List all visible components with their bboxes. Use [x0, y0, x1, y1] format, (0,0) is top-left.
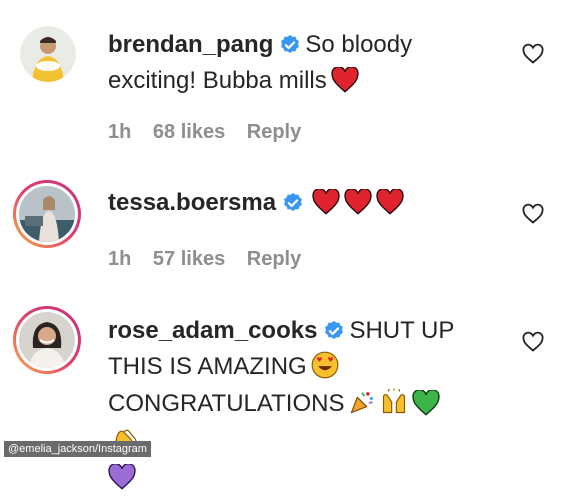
verified-badge-icon	[279, 33, 301, 65]
party-popper-emoji	[348, 388, 376, 425]
comment-body-line1: SHUT UP	[349, 317, 455, 344]
username[interactable]: rose_adam_cooks	[108, 317, 317, 344]
avatar[interactable]	[13, 180, 81, 248]
heart-outline-icon[interactable]	[521, 42, 545, 66]
red-heart-emoji	[344, 188, 372, 224]
watermark: @emelia_jackson/Instagram	[4, 441, 151, 457]
comment-text: brendan_pang So bloody exciting! Bubba mi…	[108, 29, 468, 102]
timestamp: 1h	[108, 248, 132, 270]
red-heart-emoji	[331, 66, 359, 102]
comment-meta: 1h 68 likes Reply	[108, 121, 317, 144]
heart-outline-icon[interactable]	[521, 330, 545, 354]
heart-eyes-emoji	[311, 351, 339, 388]
raising-hands-emoji	[380, 388, 408, 425]
avatar-image	[19, 312, 75, 368]
avatar-image	[20, 26, 76, 82]
reply-button[interactable]: Reply	[247, 248, 301, 270]
avatar[interactable]	[20, 26, 76, 82]
comment-text: rose_adam_cooks SHUT UP THIS IS AMAZING C…	[108, 315, 468, 499]
reply-button[interactable]: Reply	[247, 121, 301, 143]
comment-body-line2: THIS IS AMAZING	[108, 353, 307, 380]
avatar[interactable]	[13, 306, 81, 374]
comment-meta: 1h 57 likes Reply	[108, 248, 317, 271]
timestamp: 1h	[108, 121, 132, 143]
red-heart-emoji	[376, 188, 404, 224]
verified-badge-icon	[323, 319, 345, 351]
heart-outline-icon[interactable]	[521, 202, 545, 226]
red-heart-emoji	[312, 188, 340, 224]
green-heart-emoji	[412, 389, 441, 425]
username[interactable]: tessa.boersma	[108, 189, 276, 216]
likes-count[interactable]: 57 likes	[153, 248, 225, 270]
comment-text: tessa.boersma	[108, 187, 468, 224]
likes-count[interactable]: 68 likes	[153, 121, 225, 143]
verified-badge-icon	[282, 191, 304, 223]
purple-heart-emoji	[108, 463, 136, 499]
username[interactable]: brendan_pang	[108, 31, 273, 58]
avatar-image	[19, 186, 75, 242]
comment-body-line3: CONGRATULATIONS	[108, 390, 345, 417]
